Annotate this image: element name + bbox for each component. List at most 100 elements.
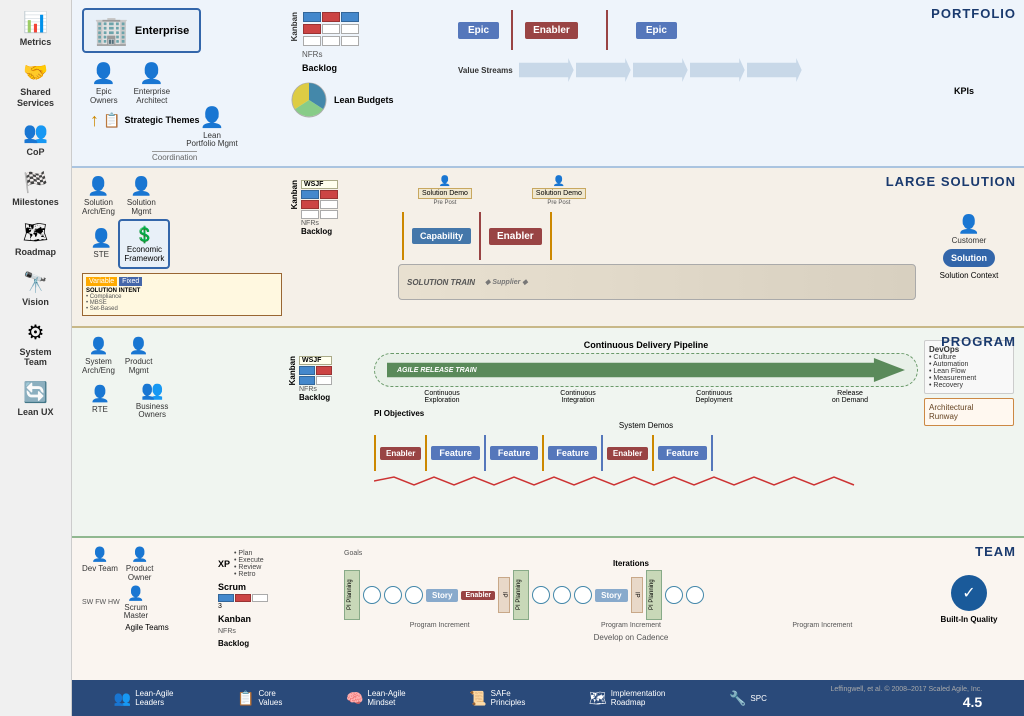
solution-context-label: Solution Context [940, 271, 999, 280]
footer-item-spc[interactable]: 🔧 SPC [729, 690, 767, 707]
scrum-master-figure: 👤 Scrum Master [124, 585, 148, 622]
kanban-label-team: Kanban [218, 614, 338, 624]
program-increment-label-1: Program Increment [410, 622, 470, 629]
set-based-label: • Set-Based [86, 306, 278, 312]
vs-arrow-1 [519, 58, 574, 82]
copyright-label: Leffingwell, et al. © 2008–2017 Scaled A… [830, 686, 982, 693]
built-in-quality-box: ✓ Built-In Quality [941, 575, 998, 624]
list-icon: 📋 [103, 112, 120, 129]
wsjf-label-prog: WSJF [299, 356, 332, 365]
sidebar-item-metrics[interactable]: 📊 Metrics [0, 4, 71, 54]
value-streams-container: Value Streams [458, 58, 1014, 82]
vs-arrow-2 [576, 58, 631, 82]
story-box-1: Story [426, 589, 458, 602]
iter-circle-3 [405, 586, 423, 604]
sidebar-item-milestones[interactable]: 🏁 Milestones [0, 164, 71, 214]
wsjf-label-ls: WSJF [301, 180, 338, 189]
sidebar-item-system-team[interactable]: ⚙ System Team [0, 314, 71, 375]
system-demos-label: System Demos [374, 421, 918, 430]
vs-arrow-4 [690, 58, 745, 82]
customer-figure: 👤 Customer [952, 214, 987, 246]
solution-demo-2: 👤 Solution Demo Pre Post [532, 176, 586, 206]
product-owner-figure: 👤 Product Owner [126, 546, 154, 583]
iter-circle-6 [574, 586, 592, 604]
system-team-icon: ⚙ [27, 320, 45, 345]
arrow-up-icon: ↑ [90, 110, 99, 131]
kanban-label-ls: Kanban [290, 180, 299, 209]
portfolio-title: PORTFOLIO [931, 6, 1016, 21]
spc-icon: 🔧 [729, 690, 746, 707]
footer-item-impl-roadmap[interactable]: 🗺 Implementation Roadmap [589, 689, 665, 707]
xp-retro: • Retro [234, 571, 264, 578]
solution-arch-eng-figure: 👤 Solution Arch/Eng [82, 176, 115, 217]
system-team-label: System Team [19, 347, 51, 369]
sidebar-item-vision[interactable]: 🔭 Vision [0, 264, 71, 314]
solution-intent-box: Variable Fixed SOLUTION INTENT • Complia… [82, 273, 282, 316]
content-area: PORTFOLIO 🏢 Enterprise 👤 Epic Owners [72, 0, 1024, 716]
pi-planning-2: PI Planning [513, 570, 529, 620]
sidebar-item-cop[interactable]: 👥 CoP [0, 114, 71, 164]
pi-planning-1: PI Planning [344, 570, 360, 620]
sidebar-item-lean-ux[interactable]: 🔄 Lean UX [0, 374, 71, 424]
iter-circle-2 [384, 586, 402, 604]
epic-owners-label: Epic Owners [90, 88, 118, 106]
dev-team-label: Dev Team [82, 565, 118, 574]
program-section: PROGRAM 👤 System Arch/Eng 👤 Product Mgmt [72, 328, 1024, 538]
devops-recovery: • Recovery [929, 382, 1009, 389]
metrics-label: Metrics [20, 37, 52, 48]
team-section: TEAM 👤 Dev Team 👤 Product Owner [72, 538, 1024, 680]
iterations-label-team: Iterations [344, 559, 918, 568]
pi-objectives-label: PI Objectives [374, 409, 918, 418]
iter-circle-7 [665, 586, 683, 604]
backlog-label-portfolio: Backlog [302, 63, 450, 73]
enterprise-label: Enterprise [135, 25, 189, 37]
feature-box-1: Feature [431, 446, 480, 460]
cop-label: CoP [27, 147, 45, 158]
solution-arch-eng-label: Solution Arch/Eng [82, 199, 115, 217]
safe-principles-icon: 📜 [469, 690, 486, 707]
roadmap-label: Roadmap [15, 247, 56, 258]
xp-plan: • Plan [234, 550, 264, 557]
enterprise-architect-label: Enterprise Architect [134, 88, 170, 106]
backlog-label-team: Backlog [218, 639, 338, 648]
scrum-master-label: Scrum Master [124, 604, 148, 622]
ip-1: IP [498, 577, 510, 613]
sidebar-item-roadmap[interactable]: 🗺 Roadmap [0, 214, 71, 264]
enterprise-box: 🏢 Enterprise [82, 8, 201, 53]
system-arch-eng-figure: 👤 System Arch/Eng [82, 336, 115, 376]
solution-button: Solution [943, 249, 995, 267]
vision-icon: 🔭 [23, 270, 48, 295]
safe-principles-label: SAFe Principles [491, 689, 526, 707]
impl-roadmap-label: Implementation Roadmap [611, 689, 666, 707]
feature-box-3: Feature [548, 446, 597, 460]
footer-bar: 👥 Lean-Agile Leaders 📋 Core Values 🧠 Lea… [72, 680, 1024, 716]
lean-agile-mindset-label: Lean-Agile Mindset [367, 689, 405, 707]
business-owners-label: Business Owners [136, 403, 168, 421]
enabler-box-prog-2: Enabler [607, 447, 648, 460]
shared-services-icon: 🤝 [23, 60, 48, 85]
iter-circle-8 [686, 586, 704, 604]
devops-culture: • Culture [929, 354, 1009, 361]
backlog-label-ls: Backlog [301, 227, 338, 236]
vision-label: Vision [22, 297, 49, 308]
footer-item-core-values[interactable]: 📋 Core Values [237, 689, 282, 707]
program-title: PROGRAM [941, 334, 1016, 349]
team-title: TEAM [975, 544, 1016, 559]
main-container: 📊 Metrics 🤝 Shared Services 👥 CoP 🏁 Mile… [0, 0, 1024, 716]
core-values-label: Core Values [258, 689, 282, 707]
footer-item-safe-principles[interactable]: 📜 SAFe Principles [469, 689, 525, 707]
vs-arrow-5 [747, 58, 802, 82]
impl-roadmap-icon: 🗺 [589, 690, 607, 707]
feature-box-4: Feature [658, 446, 707, 460]
cont-deployment: Continuous Deployment [684, 390, 744, 404]
cdp-label: Continuous Delivery Pipeline [374, 340, 918, 350]
value-streams-label: Value Streams [458, 66, 513, 75]
feature-box-2: Feature [490, 446, 539, 460]
product-mgmt-label: Product Mgmt [125, 358, 153, 376]
footer-item-lean-agile-leaders[interactable]: 👥 Lean-Agile Leaders [114, 689, 174, 707]
sidebar-item-shared-services[interactable]: 🤝 Shared Services [0, 54, 71, 115]
footer-item-lean-agile-mindset[interactable]: 🧠 Lean-Agile Mindset [346, 689, 406, 707]
system-arch-eng-label: System Arch/Eng [82, 358, 115, 376]
solution-mgmt-label: Solution Mgmt [127, 199, 156, 217]
devops-lean-flow: • Lean Flow [929, 368, 1009, 375]
